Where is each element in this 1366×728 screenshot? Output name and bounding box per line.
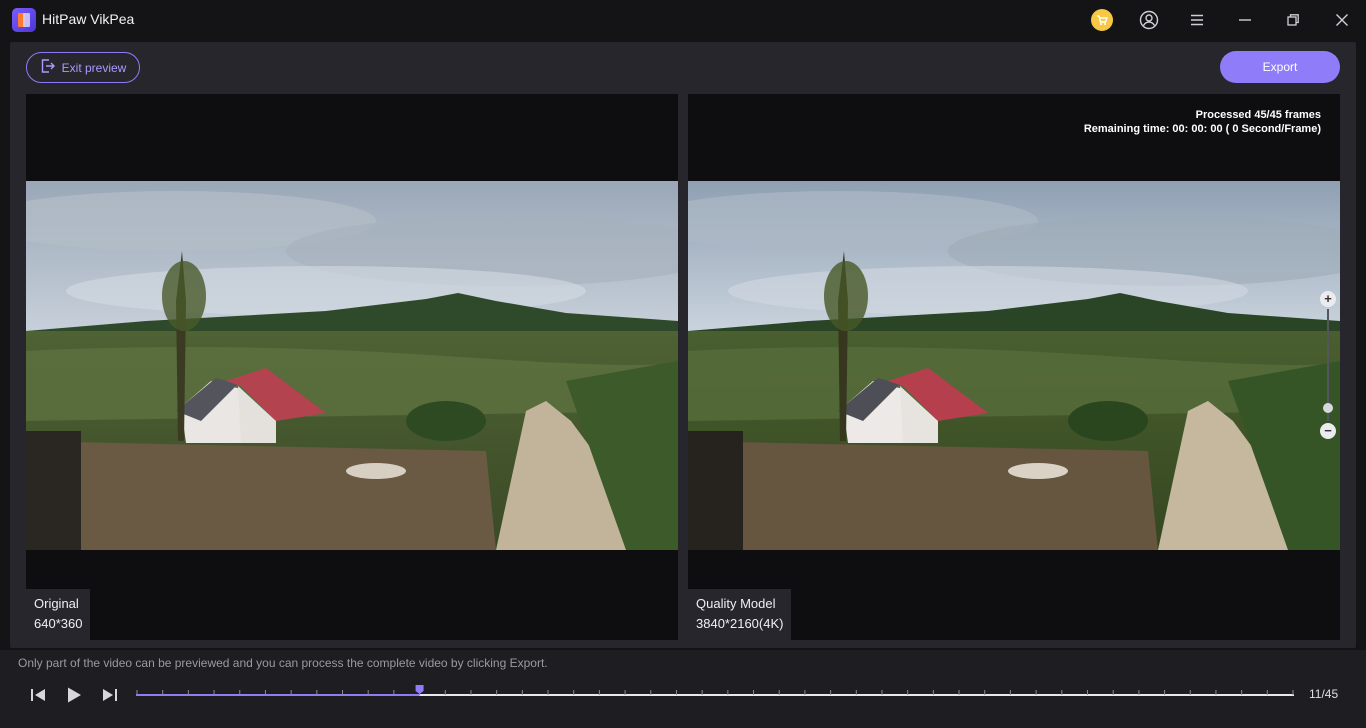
original-label-box: Original 640*360 [26, 589, 91, 640]
enhanced-viewer: Processed 45/45 frames Remaining time: 0… [688, 94, 1340, 640]
enhanced-name: Quality Model [696, 596, 776, 611]
cart-icon[interactable] [1091, 9, 1113, 31]
processing-status: Processed 45/45 frames Remaining time: 0… [1084, 108, 1321, 136]
previous-frame-icon[interactable] [28, 685, 48, 705]
exit-icon [40, 58, 56, 77]
export-label: Export [1262, 60, 1298, 74]
next-frame-icon[interactable] [100, 685, 120, 705]
app-title: HitPaw VikPea [42, 11, 135, 27]
enhanced-video-frame [688, 181, 1340, 550]
user-icon[interactable] [1138, 9, 1160, 31]
menu-icon[interactable] [1186, 9, 1208, 31]
original-resolution: 640*360 [34, 616, 83, 631]
enhanced-resolution: 3840*2160(4K) [696, 616, 784, 631]
frame-counter: 11/45 [1309, 687, 1339, 701]
zoom-slider-thumb[interactable] [1323, 402, 1333, 413]
zoom-in-icon[interactable]: + [1320, 291, 1336, 307]
original-viewer: Original 640*360 [26, 94, 678, 640]
exit-preview-button[interactable]: Exit preview [26, 52, 140, 83]
zoom-control: + − [1320, 291, 1336, 439]
remaining-time: Remaining time: 00: 00: 00 ( 0 Second/Fr… [1083, 123, 1321, 135]
timeline-playhead[interactable] [415, 685, 424, 694]
minimize-icon[interactable] [1234, 9, 1256, 31]
original-video-frame [26, 181, 678, 550]
app-logo-icon [12, 8, 36, 32]
play-icon[interactable] [64, 685, 84, 705]
processed-frames: Processed 45/45 frames [1195, 109, 1321, 121]
timeline-slider[interactable] [136, 684, 1294, 704]
zoom-out-icon[interactable]: − [1320, 423, 1336, 439]
original-name: Original [34, 596, 79, 611]
exit-preview-label: Exit preview [61, 60, 127, 75]
maximize-icon[interactable] [1282, 9, 1304, 31]
title-bar: HitPaw VikPea [0, 0, 1366, 40]
close-icon[interactable] [1331, 9, 1353, 31]
export-button[interactable]: Export [1220, 51, 1340, 83]
enhanced-label-box: Quality Model 3840*2160(4K) [688, 589, 792, 640]
preview-hint: Only part of the video can be previewed … [18, 656, 548, 670]
